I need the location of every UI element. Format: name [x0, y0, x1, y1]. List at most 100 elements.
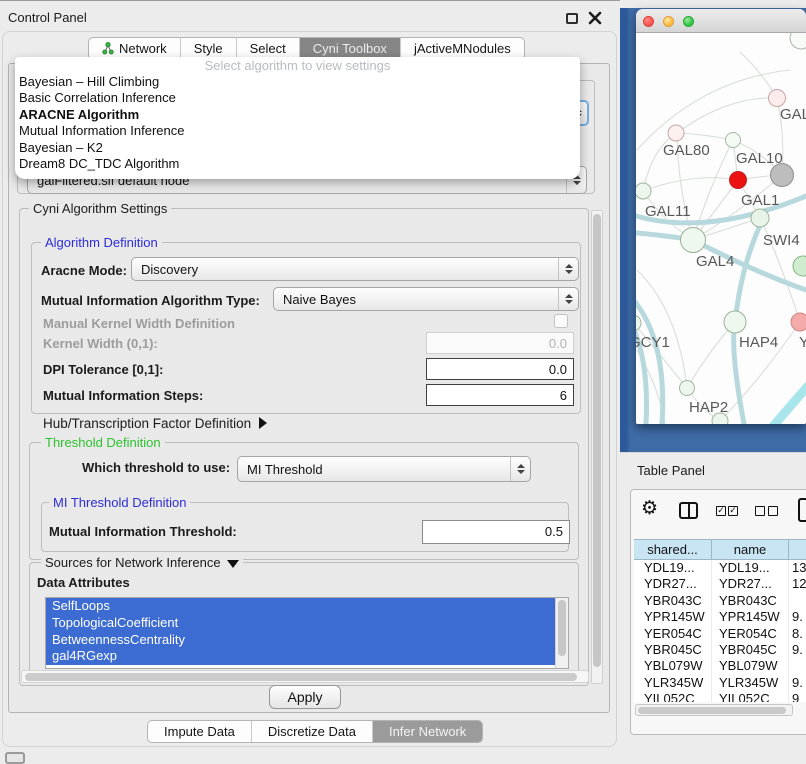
- kernel-width-label: Kernel Width (0,1):: [43, 336, 158, 351]
- aracne-mode-combobox[interactable]: Discovery: [131, 257, 579, 281]
- network-node[interactable]: [793, 256, 806, 276]
- network-edge[interactable]: [677, 133, 733, 140]
- network-node-hap2[interactable]: [680, 381, 695, 396]
- tab-network[interactable]: Network: [89, 38, 181, 59]
- column-header[interactable]: name: [712, 540, 789, 559]
- apply-button[interactable]: Apply: [269, 685, 341, 709]
- table-row[interactable]: YDL19...YDL19...13: [634, 560, 806, 576]
- float-panel-icon[interactable]: [566, 13, 578, 24]
- tab-label: Select: [250, 41, 286, 56]
- table-row[interactable]: YER054CYER054C8.: [634, 626, 806, 642]
- data-attributes-list[interactable]: SelfLoopsTopologicalCoefficientBetweenne…: [45, 597, 569, 669]
- which-threshold-combobox[interactable]: MI Threshold: [237, 456, 531, 482]
- close-window-icon[interactable]: [643, 16, 654, 27]
- algorithm-option[interactable]: Mutual Information Inference: [15, 123, 580, 139]
- minimize-window-icon[interactable]: [663, 16, 674, 27]
- column-header[interactable]: shared...: [634, 540, 712, 559]
- tab-cyni-toolbox[interactable]: Cyni Toolbox: [300, 38, 401, 59]
- table-cell: YBR043C: [634, 593, 712, 609]
- unchecked-checkbox-icon[interactable]: [768, 506, 778, 516]
- network-edge[interactable]: [770, 386, 806, 424]
- network-node-gcy1[interactable]: [636, 315, 641, 331]
- table-cell: YER054C: [634, 626, 712, 642]
- network-node-gal11[interactable]: [636, 183, 651, 199]
- sources-title-row[interactable]: Sources for Network Inference: [41, 555, 243, 570]
- zoom-window-icon[interactable]: [683, 16, 694, 27]
- node-label: SWI4: [763, 232, 800, 249]
- unchecked-checkbox-icon[interactable]: [755, 506, 765, 516]
- network-node-gal[interactable]: [769, 90, 786, 107]
- settings-horizontal-scrollbar[interactable]: [21, 670, 589, 683]
- network-node[interactable]: [771, 164, 794, 187]
- network-node-gal80[interactable]: [668, 125, 684, 141]
- attribute-item[interactable]: SelfLoops: [46, 598, 555, 615]
- docked-panel-icon[interactable]: [5, 752, 25, 764]
- network-node-gal10[interactable]: [726, 133, 741, 148]
- dpi-tolerance-field[interactable]: 0.0: [426, 358, 574, 380]
- scrollbar-thumb[interactable]: [593, 214, 601, 667]
- scrollbar-thumb[interactable]: [558, 600, 566, 656]
- hub-definition-toggle[interactable]: Hub/Transcription Factor Definition: [43, 416, 267, 431]
- scrollbar-thumb[interactable]: [638, 707, 786, 714]
- network-node[interactable]: [790, 33, 806, 49]
- algorithm-option[interactable]: Basic Correlation Inference: [15, 90, 580, 106]
- network-node[interactable]: [712, 413, 728, 424]
- checked-checkbox-icon[interactable]: ✓: [728, 506, 738, 516]
- tab-label: Style: [194, 41, 223, 56]
- settings-vertical-scrollbar[interactable]: [591, 210, 603, 684]
- network-node-gal4[interactable]: [681, 228, 706, 253]
- mi-type-combobox[interactable]: Naive Bayes: [273, 287, 579, 311]
- table-panel-title: Table Panel: [637, 463, 705, 478]
- network-node-gal1[interactable]: [730, 172, 747, 189]
- table-row[interactable]: YBL079WYBL079W: [634, 658, 806, 674]
- algorithm-option[interactable]: Bayesian – Hill Climbing: [15, 74, 580, 90]
- bottom-tab-impute-data[interactable]: Impute Data: [148, 721, 252, 742]
- bottom-tab-infer-network[interactable]: Infer Network: [373, 721, 482, 742]
- close-panel-icon[interactable]: [588, 11, 602, 25]
- scrollbar-thumb[interactable]: [25, 673, 577, 681]
- app-root: { "window": { "title": "Control Panel" }…: [0, 0, 806, 762]
- table-row[interactable]: YIL052CYIL052C9: [634, 691, 806, 702]
- tab-select[interactable]: Select: [237, 38, 300, 59]
- table-row[interactable]: YBR045CYBR045C9.: [634, 642, 806, 658]
- column-header[interactable]: [789, 540, 806, 559]
- attribute-item[interactable]: gal4RGexp: [46, 648, 555, 665]
- table-cell: [789, 593, 806, 609]
- bottom-tabbar: Impute DataDiscretize DataInfer Network: [147, 720, 483, 743]
- network-node-swi4[interactable]: [751, 209, 769, 227]
- manual-kernel-checkbox[interactable]: [554, 314, 568, 328]
- table-horizontal-scrollbar[interactable]: [635, 704, 793, 716]
- table-row[interactable]: YDR27...YDR27...12: [634, 576, 806, 592]
- algorithm-option[interactable]: Bayesian – K2: [15, 140, 580, 156]
- algorithm-option[interactable]: ARACNE Algorithm: [15, 107, 580, 123]
- checked-checkbox-icon[interactable]: ✓: [716, 506, 726, 516]
- mi-steps-field[interactable]: 6: [426, 384, 574, 406]
- tab-jactivemnodules[interactable]: jActiveMNodules: [401, 38, 524, 59]
- aracne-mode-value: Discovery: [141, 262, 198, 277]
- network-node-y[interactable]: [791, 313, 806, 331]
- tab-style[interactable]: Style: [181, 38, 237, 59]
- mi-threshold-field[interactable]: 0.5: [422, 520, 570, 544]
- attribute-item[interactable]: TopologicalCoefficient: [46, 615, 555, 632]
- network-edge[interactable]: [687, 322, 735, 388]
- node-label: GAL11: [645, 203, 691, 220]
- algorithm-option[interactable]: Dream8 DC_TDC Algorithm: [15, 156, 580, 172]
- bottom-tab-discretize-data[interactable]: Discretize Data: [252, 721, 373, 742]
- table-row[interactable]: YBR043CYBR043C: [634, 593, 806, 609]
- list-scrollbar[interactable]: [555, 598, 568, 668]
- network-canvas[interactable]: GALGAL80GAL10GAL1GAL11SWI4GAL4GCY1HAP4YH…: [636, 33, 806, 424]
- table-row[interactable]: YLR345WYLR345W9.: [634, 675, 806, 691]
- sources-title: Sources for Network Inference: [45, 555, 221, 570]
- network-window-titlebar[interactable]: [636, 9, 806, 33]
- split-columns-icon[interactable]: [679, 502, 698, 519]
- network-edge[interactable]: [643, 178, 738, 191]
- document-icon[interactable]: [798, 498, 806, 522]
- gear-icon[interactable]: ⚙: [641, 497, 658, 519]
- expand-arrow-icon[interactable]: [259, 417, 267, 429]
- network-node-hap4[interactable]: [724, 311, 746, 333]
- attribute-item[interactable]: BetweennessCentrality: [46, 632, 555, 649]
- kernel-width-field[interactable]: 0.0: [426, 332, 574, 354]
- table-row[interactable]: YPR145WYPR145W9.: [634, 609, 806, 625]
- dpi-tolerance-label: DPI Tolerance [0,1]:: [43, 362, 163, 377]
- collapse-arrow-icon[interactable]: [227, 560, 239, 568]
